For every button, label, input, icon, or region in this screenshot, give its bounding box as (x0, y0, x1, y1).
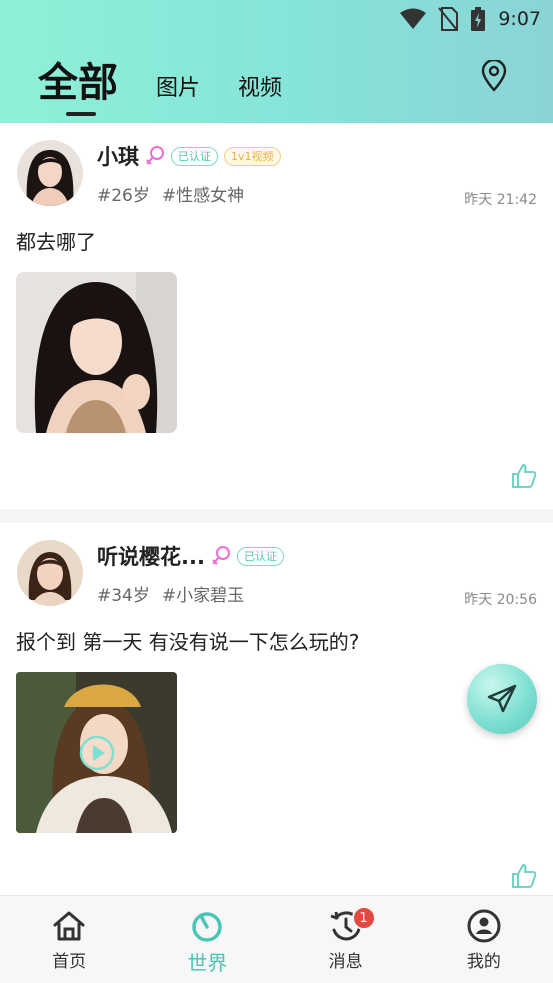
unread-badge: 1 (351, 906, 376, 930)
tab-photos[interactable]: 图片 (156, 70, 200, 120)
like-icon[interactable] (511, 863, 537, 889)
world-icon (192, 912, 223, 942)
post-author[interactable]: 小琪 已认证 1v1视频 (97, 141, 281, 171)
profile-icon (467, 909, 501, 943)
nav-profile-label: 我的 (466, 952, 501, 972)
publish-button[interactable] (467, 664, 537, 734)
tag-age[interactable]: #34岁 (97, 581, 150, 606)
post-text: 都去哪了 (16, 230, 96, 254)
female-icon (146, 146, 164, 165)
nav-messages-label: 消息 (328, 952, 363, 972)
send-icon (487, 684, 517, 713)
post-author[interactable]: 听说樱花... 已认证 (97, 541, 284, 571)
video-call-badge: 1v1视频 (224, 146, 281, 166)
tab-videos[interactable]: 视频 (238, 70, 282, 120)
location-icon[interactable] (479, 60, 509, 92)
tag-style[interactable]: #小家碧玉 (162, 581, 244, 606)
nav-home[interactable]: 首页 (0, 896, 138, 983)
status-time: 9:07 (498, 8, 541, 30)
no-sim-icon (438, 7, 459, 31)
top-header: 9:07 全部 图片 视频 (0, 0, 553, 123)
nav-world[interactable]: 世界 (138, 896, 276, 983)
avatar[interactable] (17, 540, 83, 606)
post-photo[interactable] (16, 272, 177, 433)
nav-world-label: 世界 (187, 951, 228, 975)
verified-badge: 已认证 (171, 146, 218, 166)
nav-messages[interactable]: 1 消息 (277, 896, 415, 983)
verified-badge: 已认证 (236, 546, 284, 566)
bottom-nav: 首页 世界 1 消息 我的 (0, 895, 553, 983)
like-icon[interactable] (511, 463, 537, 489)
nav-profile[interactable]: 我的 (415, 896, 553, 983)
author-name: 小琪 (97, 145, 139, 169)
battery-icon (471, 7, 486, 31)
moments-feed[interactable]: 小琪 已认证 1v1视频 #26岁 #性感女神 昨天 21:42 都去哪了 听说… (0, 123, 553, 895)
post-time: 昨天 20:56 (464, 592, 537, 608)
tab-all[interactable]: 全部 (38, 50, 118, 120)
post-text: 报个到 第一天 有没有说一下怎么玩的? (16, 630, 360, 654)
nav-home-label: 首页 (52, 952, 87, 972)
home-icon (53, 911, 85, 941)
avatar[interactable] (17, 140, 83, 206)
tag-style[interactable]: #性感女神 (162, 181, 244, 206)
tag-age[interactable]: #26岁 (97, 181, 150, 206)
post-card: 小琪 已认证 1v1视频 #26岁 #性感女神 昨天 21:42 都去哪了 (0, 123, 553, 509)
wifi-icon (400, 8, 427, 29)
post-tags: #26岁 #性感女神 (97, 181, 244, 206)
post-video-thumbnail[interactable] (16, 672, 177, 833)
female-icon (212, 546, 230, 565)
play-icon[interactable] (78, 734, 116, 772)
post-time: 昨天 21:42 (464, 192, 537, 208)
feed-tabs: 全部 图片 视频 (38, 50, 282, 120)
post-tags: #34岁 #小家碧玉 (97, 581, 244, 606)
author-name: 听说樱花... (97, 545, 205, 569)
status-bar: 9:07 (400, 5, 541, 33)
